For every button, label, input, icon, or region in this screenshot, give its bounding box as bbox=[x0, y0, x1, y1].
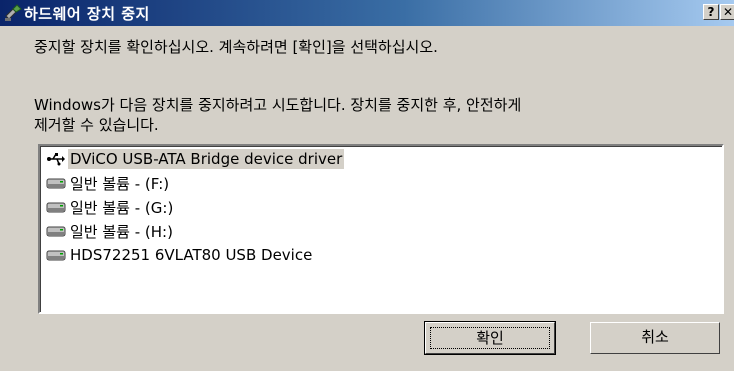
device-list[interactable]: DViCO USB-ATA Bridge device driver 일반 볼륨… bbox=[38, 144, 724, 314]
device-item-volume-g[interactable]: 일반 볼륨 - (G:) bbox=[46, 196, 175, 218]
device-item-volume-h[interactable]: 일반 볼륨 - (H:) bbox=[46, 220, 175, 242]
instruction-line-3: 제거할 수 있습니다. bbox=[34, 116, 159, 134]
instruction-line-2: Windows가 다음 장치를 중지하려고 시도합니다. 장치를 중지한 후, … bbox=[34, 96, 522, 114]
hardware-icon bbox=[5, 4, 22, 21]
device-item-volume-f[interactable]: 일반 볼륨 - (F:) bbox=[46, 172, 171, 194]
window-title: 하드웨어 장치 중지 bbox=[24, 5, 150, 23]
drive-icon bbox=[46, 202, 66, 213]
drive-icon bbox=[46, 178, 66, 189]
instruction-line-1: 중지할 장치를 확인하십시오. 계속하려면 [확인]을 선택하십시오. bbox=[34, 38, 438, 56]
device-label: DViCO USB-ATA Bridge device driver bbox=[68, 149, 345, 169]
device-item-hds-usb[interactable]: HDS72251 6VLAT80 USB Device bbox=[46, 244, 314, 266]
title-bar[interactable]: 하드웨어 장치 중지 ? ✕ bbox=[0, 0, 734, 26]
ok-button[interactable]: 확인 bbox=[424, 321, 556, 355]
device-item-usb-bridge[interactable]: DViCO USB-ATA Bridge device driver bbox=[46, 148, 345, 170]
ok-button-label: 확인 bbox=[430, 327, 550, 349]
close-button[interactable]: ✕ bbox=[720, 4, 734, 20]
device-label: 일반 볼륨 - (H:) bbox=[70, 222, 173, 241]
drive-icon bbox=[46, 226, 66, 237]
device-label: 일반 볼륨 - (G:) bbox=[70, 198, 174, 217]
cancel-button[interactable]: 취소 bbox=[590, 322, 720, 354]
drive-icon bbox=[46, 250, 66, 261]
help-button[interactable]: ? bbox=[703, 4, 719, 20]
device-label: 일반 볼륨 - (F:) bbox=[70, 174, 170, 193]
usb-icon bbox=[47, 153, 65, 166]
device-label: HDS72251 6VLAT80 USB Device bbox=[70, 246, 313, 264]
